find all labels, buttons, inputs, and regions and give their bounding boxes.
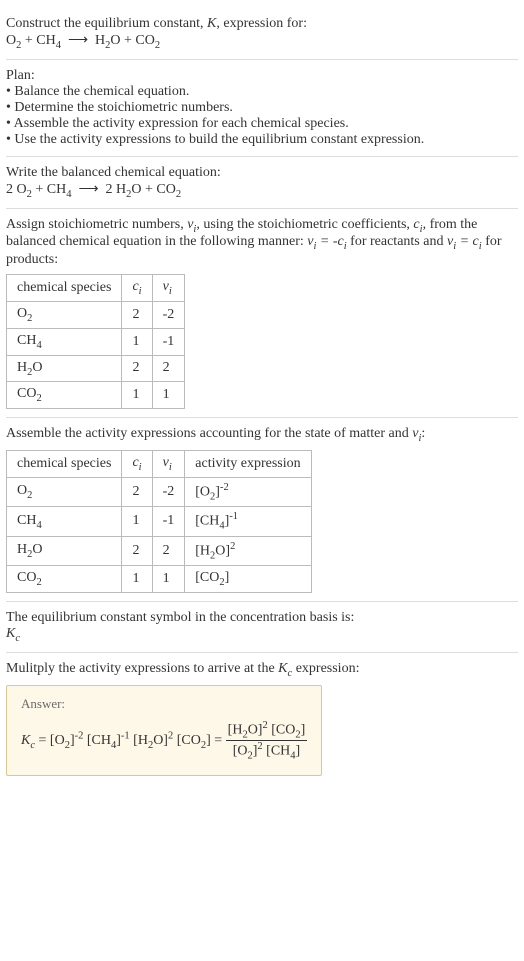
stoich-p-a: Assign stoichiometric numbers, xyxy=(6,217,187,232)
col-vi: νi xyxy=(152,450,185,477)
multiply-line: Mulitply the activity expressions to arr… xyxy=(6,661,518,679)
intro-k: K xyxy=(207,16,216,31)
stoich-paragraph: Assign stoichiometric numbers, νi, using… xyxy=(6,217,518,269)
plan-bullet-4: • Use the activity expressions to build … xyxy=(6,132,518,148)
fraction-denominator: [O2]2 [CH4] xyxy=(226,741,308,761)
table-row: CH4 1 -1 [CH4]-1 xyxy=(7,507,312,536)
ci-cell: 2 xyxy=(122,536,152,565)
table-row: H2O 2 2 [H2O]2 xyxy=(7,536,312,565)
answer-equation: Kc = [O2]-2 [CH4]-1 [H2O]2 [CO2] = [H2O]… xyxy=(21,712,307,762)
stoich-p-b: , using the stoichiometric coefficients, xyxy=(196,217,413,232)
species-cell: H2O xyxy=(7,536,122,565)
col-species: chemical species xyxy=(7,275,122,302)
fraction: [H2O]2 [CO2] [O2]2 [CH4] xyxy=(226,720,308,762)
activity-section: Assemble the activity expressions accoun… xyxy=(6,418,518,602)
nu-eq-c: νi = ci xyxy=(447,234,482,249)
table-header-row: chemical species ci νi xyxy=(7,275,185,302)
table-row: CH4 1 -1 xyxy=(7,328,185,355)
ci-cell: 2 xyxy=(122,301,152,328)
plan-title: Plan: xyxy=(6,68,518,84)
species-cell: H2O xyxy=(7,355,122,382)
vi-cell: 2 xyxy=(152,536,185,565)
ci-cell: 1 xyxy=(122,328,152,355)
ci-cell: 2 xyxy=(122,477,152,506)
mult-a: Mulitply the activity expressions to arr… xyxy=(6,661,278,676)
kc-symbol: Kc xyxy=(6,626,518,644)
nu-eq-neg-c: νi = -ci xyxy=(307,234,346,249)
nu-i-symbol: νi xyxy=(187,217,196,232)
activity-cell: [CH4]-1 xyxy=(185,507,311,536)
table-row: CO2 1 1 [CO2] xyxy=(7,566,312,593)
activity-cell: [CO2] xyxy=(185,566,311,593)
balanced-equation: 2 O2 + CH4 ⟶ 2 H2O + CO2 xyxy=(6,181,518,200)
intro-section: Construct the equilibrium constant, K, e… xyxy=(6,8,518,60)
vi-cell: -1 xyxy=(152,328,185,355)
table-header-row: chemical species ci νi activity expressi… xyxy=(7,450,312,477)
c-i-symbol: ci xyxy=(413,217,422,232)
intro-text-b: , expression for: xyxy=(216,16,307,31)
species-cell: CH4 xyxy=(7,328,122,355)
activity-cell: [O2]-2 xyxy=(185,477,311,506)
stoich-p-d: for reactants and xyxy=(347,234,447,249)
table-row: H2O 2 2 xyxy=(7,355,185,382)
stoich-table: chemical species ci νi O2 2 -2 CH4 1 -1 … xyxy=(6,274,185,409)
konst-section: The equilibrium constant symbol in the c… xyxy=(6,602,518,653)
multiply-section: Mulitply the activity expressions to arr… xyxy=(6,653,518,785)
stoich-section: Assign stoichiometric numbers, νi, using… xyxy=(6,209,518,419)
activity-table: chemical species ci νi activity expressi… xyxy=(6,450,312,593)
intro-line: Construct the equilibrium constant, K, e… xyxy=(6,16,518,32)
plan-bullet-1: • Balance the chemical equation. xyxy=(6,84,518,100)
activity-line-b: : xyxy=(421,426,425,441)
plan-section: Plan: • Balance the chemical equation. •… xyxy=(6,60,518,157)
ci-cell: 1 xyxy=(122,507,152,536)
intro-text-a: Construct the equilibrium constant, xyxy=(6,16,207,31)
species-cell: CO2 xyxy=(7,566,122,593)
konst-line: The equilibrium constant symbol in the c… xyxy=(6,610,518,626)
activity-line-a: Assemble the activity expressions accoun… xyxy=(6,426,412,441)
kc-inline: Kc xyxy=(278,661,292,676)
col-activity: activity expression xyxy=(185,450,311,477)
table-row: CO2 1 1 xyxy=(7,382,185,409)
vi-cell: 1 xyxy=(152,382,185,409)
vi-cell: 2 xyxy=(152,355,185,382)
vi-cell: 1 xyxy=(152,566,185,593)
species-cell: O2 xyxy=(7,301,122,328)
mult-b: expression: xyxy=(292,661,359,676)
fraction-numerator: [H2O]2 [CO2] xyxy=(226,720,308,741)
ci-cell: 2 xyxy=(122,355,152,382)
species-cell: CH4 xyxy=(7,507,122,536)
col-ci: ci xyxy=(122,275,152,302)
col-species: chemical species xyxy=(7,450,122,477)
col-ci: ci xyxy=(122,450,152,477)
table-row: O2 2 -2 xyxy=(7,301,185,328)
vi-cell: -2 xyxy=(152,301,185,328)
activity-cell: [H2O]2 xyxy=(185,536,311,565)
species-cell: CO2 xyxy=(7,382,122,409)
species-cell: O2 xyxy=(7,477,122,506)
col-vi: νi xyxy=(152,275,185,302)
balance-section: Write the balanced chemical equation: 2 … xyxy=(6,157,518,209)
ci-cell: 1 xyxy=(122,566,152,593)
unbalanced-equation: O2 + CH4 ⟶ H2O + CO2 xyxy=(6,32,518,51)
answer-label: Answer: xyxy=(21,696,307,712)
plan-bullet-2: • Determine the stoichiometric numbers. xyxy=(6,100,518,116)
ci-cell: 1 xyxy=(122,382,152,409)
vi-cell: -1 xyxy=(152,507,185,536)
activity-line: Assemble the activity expressions accoun… xyxy=(6,426,518,444)
balance-line: Write the balanced chemical equation: xyxy=(6,165,518,181)
plan-bullet-3: • Assemble the activity expression for e… xyxy=(6,116,518,132)
table-row: O2 2 -2 [O2]-2 xyxy=(7,477,312,506)
vi-cell: -2 xyxy=(152,477,185,506)
answer-box: Answer: Kc = [O2]-2 [CH4]-1 [H2O]2 [CO2]… xyxy=(6,685,322,777)
